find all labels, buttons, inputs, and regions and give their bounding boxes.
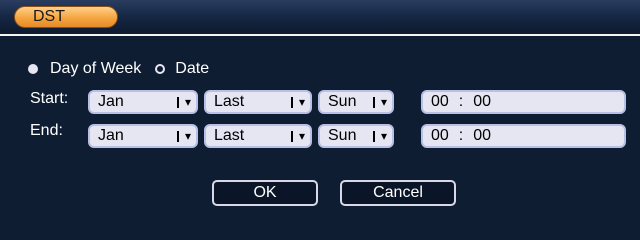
chevron-down-icon[interactable]: ▾ <box>381 130 387 142</box>
start-week-divider <box>291 97 293 108</box>
end-time-colon: : <box>458 127 464 144</box>
header-divider <box>0 34 640 36</box>
start-day-divider <box>373 97 375 108</box>
end-week-divider <box>291 131 293 142</box>
start-hour-value[interactable]: 00 <box>431 93 449 110</box>
day-of-week-radio-label[interactable]: Day of Week <box>50 60 141 78</box>
start-day-select[interactable]: Sun ▾ <box>318 90 394 114</box>
start-minute-value[interactable]: 00 <box>473 93 491 110</box>
date-radio[interactable] <box>155 64 166 74</box>
end-day-value: Sun <box>328 127 357 144</box>
chevron-down-icon[interactable]: ▾ <box>299 130 305 142</box>
start-time-field[interactable]: 00:00 <box>421 90 626 114</box>
end-month-select[interactable]: Jan ▾ <box>88 124 198 148</box>
end-day-divider <box>373 131 375 142</box>
end-month-divider <box>177 131 179 142</box>
end-time-field[interactable]: 00:00 <box>421 124 626 148</box>
end-day-select[interactable]: Sun ▾ <box>318 124 394 148</box>
end-week-select[interactable]: Last ▾ <box>204 124 312 148</box>
chevron-down-icon[interactable]: ▾ <box>299 96 305 108</box>
start-month-select[interactable]: Jan ▾ <box>88 90 198 114</box>
start-label: Start: <box>30 90 69 107</box>
day-of-week-radio[interactable] <box>28 64 38 74</box>
end-minute-value[interactable]: 00 <box>473 127 491 144</box>
cancel-button[interactable]: Cancel <box>340 180 456 206</box>
chevron-down-icon[interactable]: ▾ <box>185 130 191 142</box>
date-radio-label[interactable]: Date <box>175 60 209 78</box>
start-week-value: Last <box>214 93 245 110</box>
end-label: End: <box>30 122 63 139</box>
ok-button[interactable]: OK <box>212 180 318 206</box>
dialog-title-tab: DST <box>14 6 118 28</box>
start-month-divider <box>177 97 179 108</box>
end-week-value: Last <box>214 127 245 144</box>
mode-radio-group: Day of Week Date <box>28 58 209 80</box>
start-time-colon: : <box>458 93 464 110</box>
end-month-value: Jan <box>98 127 124 144</box>
chevron-down-icon[interactable]: ▾ <box>381 96 387 108</box>
end-hour-value[interactable]: 00 <box>431 127 449 144</box>
chevron-down-icon[interactable]: ▾ <box>185 96 191 108</box>
start-week-select[interactable]: Last ▾ <box>204 90 312 114</box>
start-month-value: Jan <box>98 93 124 110</box>
start-day-value: Sun <box>328 93 357 110</box>
